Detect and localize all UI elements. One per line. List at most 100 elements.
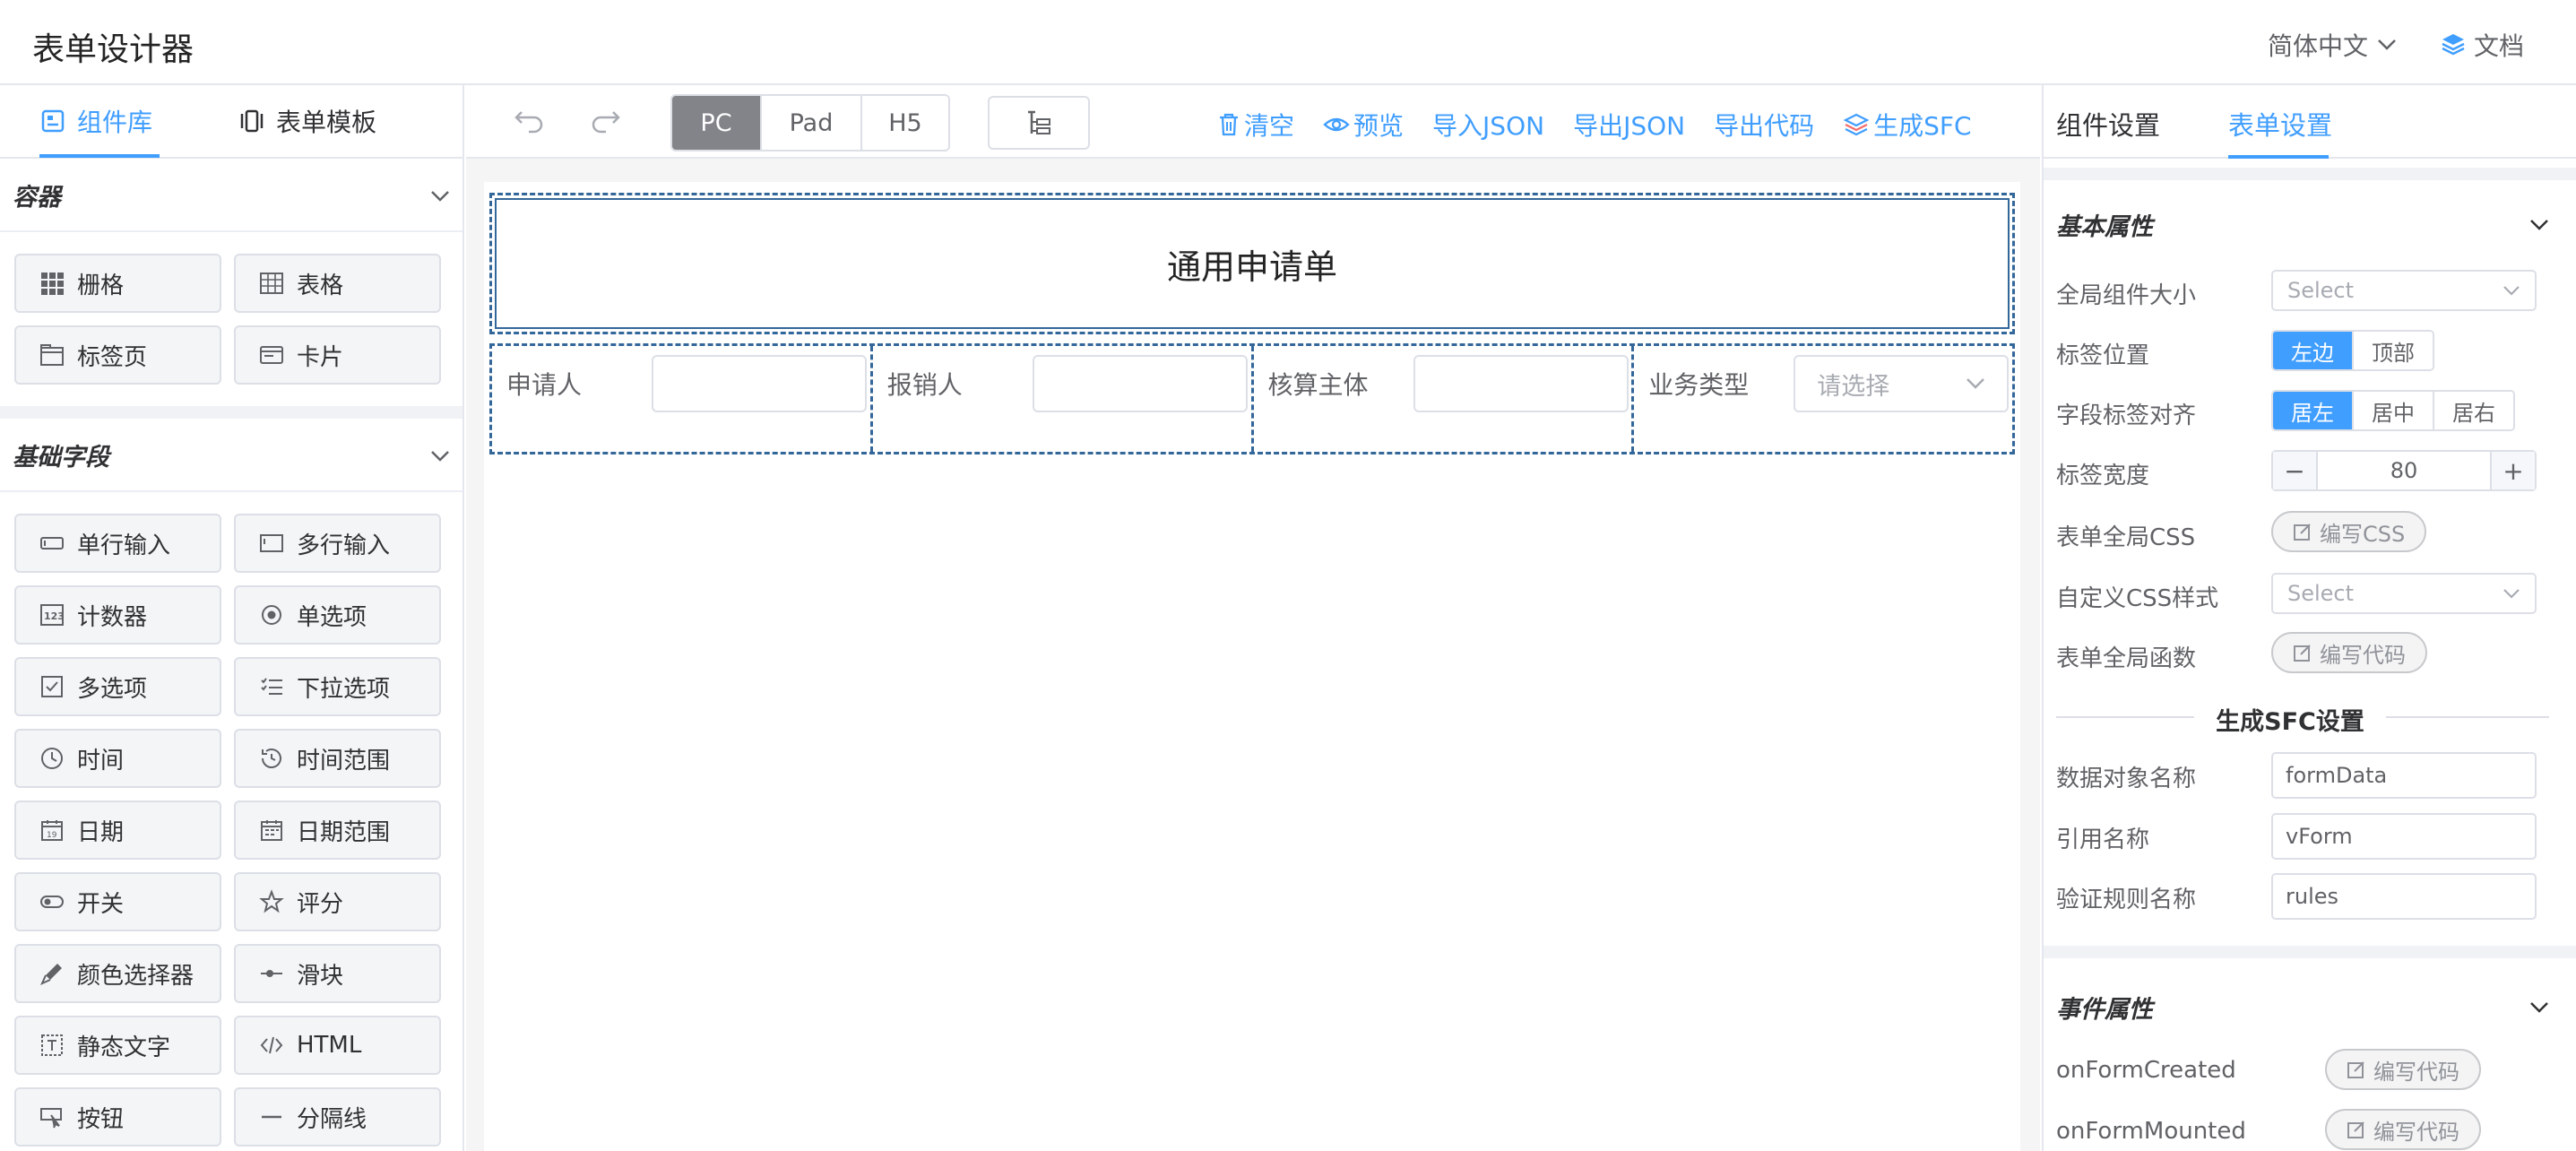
- tab-active-indicator: [39, 154, 160, 158]
- top-bar: 表单设计器 简体中文 文档: [0, 0, 2576, 85]
- component-item[interactable]: 颜色选择器: [14, 944, 221, 1003]
- edit-onformmounted-button[interactable]: 编写代码: [2325, 1109, 2481, 1150]
- tab-widget-settings[interactable]: 组件设置: [2056, 105, 2160, 143]
- component-item[interactable]: 单行输入: [14, 514, 221, 573]
- reimburser-input[interactable]: [1032, 355, 1248, 412]
- basic-props-title: 基本属性: [2056, 213, 2153, 241]
- textarea-icon: [259, 531, 284, 556]
- edit-function-button[interactable]: 编写代码: [2271, 632, 2427, 673]
- prop-label: 标签宽度: [2056, 463, 2150, 489]
- component-group-header[interactable]: 基础字段: [0, 419, 462, 492]
- label-pos-top[interactable]: 顶部: [2354, 332, 2433, 369]
- field-label: 报销人: [886, 370, 963, 400]
- import-json-button[interactable]: 导入JSON: [1432, 107, 1544, 143]
- component-item[interactable]: HTML: [234, 1016, 441, 1075]
- component-item[interactable]: 按钮: [14, 1087, 221, 1147]
- export-code-button[interactable]: 导出代码: [1714, 107, 1814, 143]
- event-name: onFormCreated: [2056, 1057, 2236, 1084]
- group-separator: [0, 406, 462, 419]
- clear-button[interactable]: 清空: [1217, 107, 1294, 143]
- docs-link[interactable]: 文档: [2440, 27, 2524, 63]
- component-item[interactable]: 单选项: [234, 585, 441, 645]
- chevron-down-icon: [2503, 589, 2520, 599]
- device-pc-button[interactable]: PC: [672, 96, 762, 150]
- toolbar-actions: 清空 预览 导入JSON 导出JSON 导出代码 生成SFC: [1217, 107, 1972, 143]
- date-range-icon: [259, 818, 284, 843]
- prop-label: 自定义CSS样式: [2056, 585, 2219, 612]
- component-item[interactable]: 评分: [234, 872, 441, 931]
- input-value: rules: [2271, 873, 2537, 920]
- export-json-button[interactable]: 导出JSON: [1573, 107, 1685, 143]
- component-item[interactable]: 日期范围: [234, 801, 441, 860]
- device-pad-button[interactable]: Pad: [762, 96, 862, 150]
- component-item[interactable]: 123 计数器: [14, 585, 221, 645]
- chevron-down-icon: [2530, 1001, 2548, 1013]
- language-switch[interactable]: 简体中文: [2268, 27, 2397, 63]
- table-icon: [259, 271, 284, 296]
- preview-button[interactable]: 预览: [1323, 107, 1404, 143]
- component-item[interactable]: 标签页: [14, 325, 221, 385]
- docs-label: 文档: [2474, 31, 2525, 61]
- form-title-widget[interactable]: 通用申请单: [489, 193, 2015, 334]
- label-align-center[interactable]: 居中: [2354, 392, 2434, 429]
- component-label: 时间: [77, 747, 125, 775]
- data-object-name-input[interactable]: formData: [2271, 752, 2537, 799]
- label-pos-left[interactable]: 左边: [2273, 332, 2354, 369]
- generate-sfc-button[interactable]: 生成SFC: [1843, 107, 1972, 143]
- component-item[interactable]: 卡片: [234, 325, 441, 385]
- decrease-button[interactable]: −: [2273, 452, 2318, 489]
- rules-name-input[interactable]: rules: [2271, 873, 2537, 920]
- component-item[interactable]: 表格: [234, 254, 441, 313]
- tab-components[interactable]: 组件库: [39, 103, 152, 139]
- tab-components-label: 组件库: [77, 108, 153, 137]
- redo-icon[interactable]: [588, 105, 622, 143]
- component-item[interactable]: 多行输入: [234, 514, 441, 573]
- form-canvas[interactable]: 通用申请单 申请人 报销人 核算主体 业务类型 请选择: [484, 182, 2020, 1151]
- increase-button[interactable]: +: [2490, 452, 2535, 489]
- accounting-entity-input[interactable]: [1413, 355, 1629, 412]
- label-align-left[interactable]: 居左: [2273, 392, 2354, 429]
- grid-col-business-type[interactable]: 业务类型 请选择: [1634, 346, 2012, 452]
- component-grid: 栅格 表格标签页 卡片: [0, 232, 462, 406]
- component-item[interactable]: 滑块: [234, 944, 441, 1003]
- tab-templates[interactable]: 表单模板: [238, 103, 376, 139]
- basic-props-header[interactable]: 基本属性: [2056, 207, 2549, 242]
- component-label: 标签页: [77, 343, 148, 371]
- edit-css-button[interactable]: 编写CSS: [2271, 511, 2427, 552]
- stepper-value[interactable]: 80: [2318, 452, 2490, 489]
- component-item[interactable]: 分隔线: [234, 1087, 441, 1147]
- field-label: 申请人: [506, 370, 583, 400]
- component-item[interactable]: 静态文字: [14, 1016, 221, 1075]
- card-icon: [259, 342, 284, 368]
- grid-col-reimburser[interactable]: 报销人: [873, 346, 1254, 452]
- component-item[interactable]: 开关: [14, 872, 221, 931]
- component-icon: [41, 109, 65, 133]
- ref-name-input[interactable]: vForm: [2271, 813, 2537, 860]
- custom-css-select[interactable]: Select: [2271, 573, 2537, 614]
- button-icon: [39, 1104, 65, 1129]
- business-type-select[interactable]: 请选择: [1794, 355, 2010, 412]
- number-icon: 123: [39, 602, 65, 627]
- grid-col-applicant[interactable]: 申请人: [492, 346, 873, 452]
- applicant-input[interactable]: [652, 355, 867, 412]
- switch-icon: [39, 889, 65, 914]
- component-item[interactable]: 多选项: [14, 657, 221, 716]
- event-props-header[interactable]: 事件属性: [2056, 990, 2549, 1025]
- device-h5-button[interactable]: H5: [862, 96, 948, 150]
- tab-form-settings[interactable]: 表单设置: [2228, 105, 2332, 143]
- grid-col-accounting-entity[interactable]: 核算主体: [1254, 346, 1635, 452]
- component-group-header[interactable]: 容器: [0, 159, 462, 232]
- size-select[interactable]: Select: [2271, 270, 2537, 311]
- component-item[interactable]: 下拉选项: [234, 657, 441, 716]
- component-item[interactable]: 栅格: [14, 254, 221, 313]
- node-tree-button[interactable]: [988, 96, 1090, 150]
- component-item[interactable]: 19 日期: [14, 801, 221, 860]
- checkbox-icon: [39, 674, 65, 699]
- component-item[interactable]: 时间范围: [234, 729, 441, 788]
- undo-icon[interactable]: [513, 105, 547, 143]
- component-item[interactable]: 时间: [14, 729, 221, 788]
- edit-onformcreated-button[interactable]: 编写代码: [2325, 1049, 2481, 1090]
- label-align-right[interactable]: 居右: [2434, 392, 2513, 429]
- grid-row-widget[interactable]: 申请人 报销人 核算主体 业务类型 请选择: [489, 343, 2015, 454]
- chevron-down-icon: [2378, 39, 2396, 50]
